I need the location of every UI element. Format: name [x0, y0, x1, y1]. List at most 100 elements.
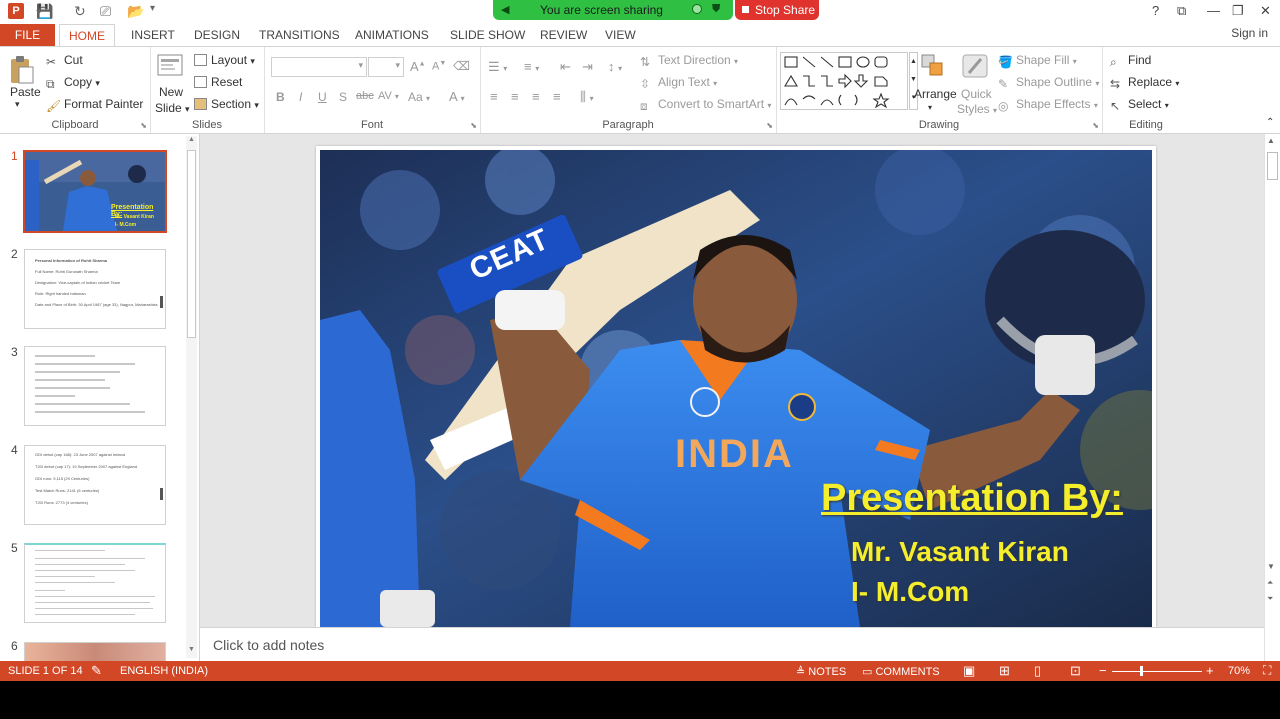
font-name-combobox[interactable]: ▾	[271, 57, 367, 77]
notes-button[interactable]: ≜ NOTES	[796, 665, 846, 678]
columns-icon[interactable]: ⫼ ▾	[580, 89, 594, 105]
comments-button[interactable]: ▭ COMMENTS	[862, 665, 940, 678]
zoom-out-icon[interactable]: −	[1099, 663, 1107, 678]
previous-slide-icon[interactable]: ⏶	[1267, 578, 1273, 588]
slide-thumbnail-3[interactable]	[24, 346, 166, 426]
sign-in-link[interactable]: Sign in	[1231, 24, 1268, 42]
layout-button[interactable]: Layout ▾	[194, 53, 255, 67]
justify-icon[interactable]: ≡	[553, 89, 561, 104]
tab-animations[interactable]: ANIMATIONS	[355, 24, 429, 46]
numbering-icon[interactable]: ≡ ▾	[524, 59, 539, 74]
slide-thumbnail-4[interactable]: ODI debut (cap 168): 23 June 2007 agains…	[24, 445, 166, 525]
copy-button[interactable]: ⧉ Copy ▾	[46, 75, 100, 91]
slide-sorter-icon[interactable]: ⊞	[999, 663, 1010, 679]
paste-dropdown-icon[interactable]: ▾	[15, 99, 20, 110]
zoom-slider-thumb[interactable]	[1140, 666, 1143, 676]
bold-button[interactable]: B	[276, 90, 285, 104]
shape-fill-button[interactable]: 🪣 Shape Fill ▾	[998, 53, 1077, 69]
new-slide-label-1[interactable]: New	[159, 85, 183, 99]
start-from-beginning-icon[interactable]: ⎚	[100, 3, 111, 20]
grow-font-button[interactable]: A▲	[410, 59, 426, 74]
next-slide-icon[interactable]: ⏷	[1267, 594, 1273, 604]
arrange-dropdown-icon[interactable]: ▾	[928, 103, 932, 112]
increase-indent-icon[interactable]: ⇥	[582, 59, 593, 75]
strikethrough-button[interactable]: abc	[356, 90, 374, 102]
tab-file[interactable]: FILE	[0, 24, 55, 46]
character-spacing-button[interactable]: AV ▾	[378, 90, 399, 102]
collapse-ribbon-icon[interactable]: ⌃	[1266, 117, 1274, 128]
underline-button[interactable]: U	[318, 90, 327, 104]
tab-review[interactable]: REVIEW	[540, 24, 587, 46]
editor-scroll-thumb[interactable]	[1267, 152, 1278, 180]
change-case-button[interactable]: Aa ▾	[408, 90, 430, 104]
text-direction-button[interactable]: ⇅ Text Direction ▾	[640, 53, 738, 69]
shapes-gallery[interactable]	[780, 52, 908, 110]
reading-view-icon[interactable]: ▯	[1034, 663, 1041, 679]
shapes-gallery-scroll[interactable]: ▲ ▼ ▾	[909, 52, 918, 110]
ribbon-display-options-icon[interactable]: ⧉	[1177, 3, 1186, 19]
redo-icon[interactable]: ↻	[74, 3, 86, 20]
section-button[interactable]: Section ▾	[194, 97, 259, 111]
zoom-in-icon[interactable]: +	[1206, 663, 1214, 678]
line-spacing-icon[interactable]: ↕ ▾	[608, 59, 622, 74]
paste-icon[interactable]	[9, 55, 39, 85]
current-slide[interactable]: CEAT INDIA Presentation By: Mr. Vasant K…	[316, 146, 1156, 627]
tab-view[interactable]: VIEW	[605, 24, 636, 46]
editor-scrollbar[interactable]: ▲ ▼ ⏶ ⏷	[1264, 134, 1280, 661]
clear-formatting-icon[interactable]: ⌫	[453, 59, 470, 73]
align-left-icon[interactable]: ≡	[490, 89, 498, 104]
slide-thumbnail-1[interactable]: Presentation By: Mr. Vasant Kiran I- M.C…	[23, 150, 167, 233]
slide-thumbnail-6[interactable]	[24, 642, 166, 661]
customize-quick-access-icon[interactable]: ▾	[150, 3, 155, 14]
quick-styles-button[interactable]: Styles ▾	[957, 102, 997, 116]
zoom-slider-track[interactable]	[1112, 671, 1202, 672]
italic-button[interactable]: I	[299, 90, 302, 104]
undo-icon[interactable]: ↶	[36, 3, 48, 20]
align-center-icon[interactable]: ≡	[511, 89, 519, 104]
drawing-launcher-icon[interactable]: ⬊	[1092, 121, 1099, 130]
language-indicator[interactable]: ENGLISH (INDIA)	[120, 665, 208, 677]
scroll-down-icon[interactable]: ▼	[186, 646, 197, 658]
tab-design[interactable]: DESIGN	[194, 24, 240, 46]
quick-styles-label-1[interactable]: Quick	[961, 87, 992, 101]
reset-button[interactable]: Reset	[194, 75, 242, 89]
presentation-by-title[interactable]: Presentation By:	[821, 477, 1123, 520]
paste-button[interactable]: Paste	[10, 85, 41, 99]
slide-show-icon[interactable]: ⊡	[1070, 663, 1081, 679]
notes-pane[interactable]: Click to add notes	[200, 627, 1264, 661]
restore-button[interactable]: ❐	[1232, 3, 1244, 19]
select-button[interactable]: ↖ Select ▾	[1110, 97, 1169, 113]
shrink-font-button[interactable]: A▼	[432, 60, 446, 73]
new-slide-button[interactable]: Slide ▾	[155, 101, 190, 115]
arrange-button[interactable]: Arrange	[914, 87, 957, 101]
paragraph-launcher-icon[interactable]: ⬊	[766, 121, 773, 130]
thumbnails-scrollbar[interactable]: ▲ ▼	[186, 136, 197, 658]
clipboard-launcher-icon[interactable]: ⬊	[140, 121, 147, 130]
cut-button[interactable]: ✂ Cut	[46, 53, 83, 69]
help-button[interactable]: ?	[1152, 3, 1159, 18]
notes-placeholder[interactable]: Click to add notes	[213, 637, 324, 653]
arrange-icon[interactable]	[920, 53, 946, 82]
editor-scroll-up-icon[interactable]: ▲	[1267, 136, 1275, 145]
bullets-icon[interactable]: ☰ ▾	[488, 59, 507, 75]
align-text-button[interactable]: ⇳ Align Text ▾	[640, 75, 717, 91]
shape-outline-button[interactable]: ✎ Shape Outline ▾	[998, 75, 1099, 91]
open-folder-icon[interactable]: 📂	[127, 3, 144, 20]
scroll-up-icon[interactable]: ▲	[186, 136, 197, 148]
find-button[interactable]: ⌕ Find	[1110, 53, 1151, 69]
normal-view-icon[interactable]: ▣	[963, 663, 975, 679]
tab-insert[interactable]: INSERT	[131, 24, 175, 46]
tab-slide-show[interactable]: SLIDE SHOW	[450, 24, 525, 46]
stop-share-button[interactable]: Stop Share	[735, 0, 819, 20]
new-slide-icon[interactable]	[157, 53, 185, 82]
align-right-icon[interactable]: ≡	[532, 89, 540, 104]
presenter-class[interactable]: I- M.Com	[851, 576, 969, 608]
thumbnails-scroll-thumb[interactable]	[187, 150, 196, 338]
shape-effects-button[interactable]: ◎ Shape Effects ▾	[998, 97, 1098, 113]
font-launcher-icon[interactable]: ⬊	[470, 121, 477, 130]
font-size-combobox[interactable]: ▾	[368, 57, 404, 77]
slide-thumbnail-5[interactable]	[24, 543, 166, 623]
editor-scroll-down-icon[interactable]: ▼	[1267, 562, 1275, 571]
zoom-level[interactable]: 70%	[1228, 665, 1250, 677]
tab-transitions[interactable]: TRANSITIONS	[259, 24, 340, 46]
